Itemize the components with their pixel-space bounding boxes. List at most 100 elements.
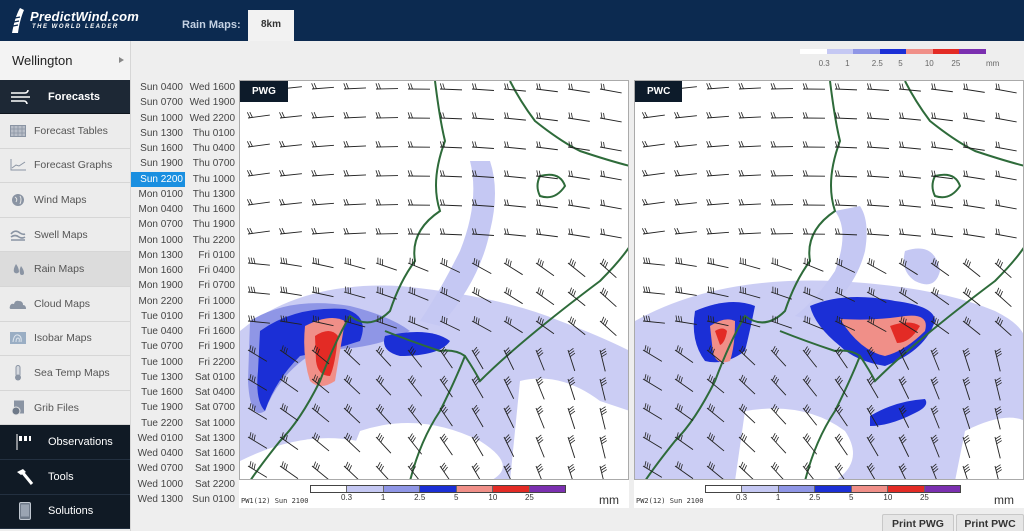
time-option[interactable]: Mon 1600	[131, 263, 185, 278]
time-option[interactable]: Fri 0400	[185, 263, 239, 278]
time-option[interactable]: Thu 2200	[185, 233, 239, 248]
print-pwc-button[interactable]: Print PWC	[956, 514, 1024, 531]
sidebar-item-observations[interactable]: Observations	[0, 425, 130, 460]
print-pwg-button[interactable]: Print PWG	[882, 514, 954, 531]
wind-barb-feather	[504, 141, 507, 148]
time-option[interactable]: Sat 1900	[185, 461, 239, 476]
time-option[interactable]: Wed 0100	[131, 431, 185, 446]
rain-map-canvas[interactable]	[240, 81, 629, 480]
time-option[interactable]: Tue 1300	[131, 370, 185, 385]
sidebar-item-cloud-maps[interactable]: Cloud Maps	[0, 286, 130, 322]
time-option[interactable]: Sat 1000	[185, 416, 239, 431]
time-option[interactable]: Mon 0700	[131, 217, 185, 232]
wind-barb	[311, 202, 334, 206]
time-option[interactable]: Sun 1000	[131, 111, 185, 126]
sidebar-item-forecasts[interactable]: Forecasts	[0, 80, 130, 114]
sidebar-item-label: Cloud Maps	[34, 297, 91, 310]
sidebar: Wellington Forecasts Forecast Tables For…	[0, 41, 131, 531]
time-option[interactable]: Wed 1300	[131, 492, 185, 507]
time-option[interactable]: Thu 0700	[185, 156, 239, 171]
time-row: Wed 1000 Sat 2200	[131, 477, 239, 492]
time-option[interactable]: Tue 2200	[131, 416, 185, 431]
sidebar-item-rain-maps[interactable]: Rain Maps	[0, 252, 130, 287]
wind-barb-feather	[674, 141, 678, 147]
rain-map-pwg[interactable]: PWG	[239, 80, 629, 480]
time-option[interactable]: Sat 2200	[185, 477, 239, 492]
time-option[interactable]: Thu 1600	[185, 202, 239, 217]
wind-barb-feather	[740, 83, 744, 89]
sidebar-item-forecast-graphs[interactable]: Forecast Graphs	[0, 148, 130, 184]
wind-barb-feather	[674, 199, 678, 205]
wind-barb-feather	[439, 199, 443, 206]
location-selector[interactable]: Wellington	[0, 41, 130, 80]
time-option[interactable]: Wed 1000	[131, 477, 185, 492]
sidebar-item-tools[interactable]: Tools	[0, 459, 130, 495]
time-option[interactable]: Mon 0100	[131, 187, 185, 202]
time-option[interactable]: Sat 0700	[185, 400, 239, 415]
rain-map-pwc[interactable]: PWC	[634, 80, 1024, 480]
scale-swatch	[706, 486, 743, 492]
rain-map-canvas[interactable]	[635, 81, 1024, 480]
sidebar-item-solutions[interactable]: Solutions	[0, 494, 130, 530]
time-option[interactable]: Thu 1900	[185, 217, 239, 232]
time-option[interactable]: Sun 1900	[131, 156, 185, 171]
time-option[interactable]: Tue 0100	[131, 309, 185, 324]
wind-barb-feather	[569, 316, 572, 323]
time-option[interactable]: Fri 1600	[185, 324, 239, 339]
time-option[interactable]: Sun 1600	[131, 141, 185, 156]
time-option[interactable]: Fri 0700	[185, 278, 239, 293]
time-option[interactable]: Sat 1300	[185, 431, 239, 446]
time-option[interactable]: Tue 1600	[131, 385, 185, 400]
time-option[interactable]: Wed 0400	[131, 446, 185, 461]
time-option[interactable]: Wed 0700	[131, 461, 185, 476]
raindrop-icon	[9, 262, 27, 276]
time-option[interactable]: Thu 1300	[185, 187, 239, 202]
sidebar-item-forecast-tables[interactable]: Forecast Tables	[0, 114, 130, 149]
time-option[interactable]: Sun 0700	[131, 95, 185, 110]
time-option[interactable]: Fri 2200	[185, 355, 239, 370]
time-option[interactable]: Sat 0400	[185, 385, 239, 400]
time-option[interactable]: Thu 1000	[185, 172, 239, 187]
wind-barb	[866, 117, 889, 120]
sidebar-item-sea-temp-maps[interactable]: Sea Temp Maps	[0, 356, 130, 391]
time-option[interactable]: Mon 2200	[131, 294, 185, 309]
time-option[interactable]: Mon 1000	[131, 233, 185, 248]
time-option[interactable]: Sat 1600	[185, 446, 239, 461]
wind-barb-feather	[933, 199, 936, 206]
time-option[interactable]: Fri 0100	[185, 248, 239, 263]
wind-barb-feather	[770, 112, 774, 119]
time-option[interactable]: Thu 0100	[185, 126, 239, 141]
time-option[interactable]: Wed 1600	[185, 80, 239, 95]
time-option-selected[interactable]: Sun 2200	[131, 171, 185, 187]
sidebar-item-grib-files[interactable]: Grib Files	[0, 390, 130, 426]
wind-barb-feather	[375, 170, 379, 177]
time-option[interactable]: Mon 0400	[131, 202, 185, 217]
wind-barb-feather	[407, 141, 411, 148]
wind-barb-feather	[802, 170, 806, 177]
time-option[interactable]: Mon 1900	[131, 278, 185, 293]
scale-swatch	[529, 486, 565, 492]
time-option[interactable]: Sun 1300	[131, 126, 185, 141]
time-option[interactable]: Sun 0400	[131, 80, 185, 95]
time-option[interactable]: Fri 1900	[185, 339, 239, 354]
time-option[interactable]: Wed 2200	[185, 111, 239, 126]
time-option[interactable]: Thu 0400	[185, 141, 239, 156]
time-option[interactable]: Fri 1300	[185, 309, 239, 324]
sidebar-item-wind-maps[interactable]: Wind Maps	[0, 183, 130, 218]
sidebar-item-isobar-maps[interactable]: Isobar Maps	[0, 321, 130, 357]
logo[interactable]: PredictWind.com THE WORLD LEADER	[8, 7, 139, 35]
time-option[interactable]: Wed 1900	[185, 95, 239, 110]
time-option[interactable]: Tue 0400	[131, 324, 185, 339]
time-option[interactable]: Tue 1900	[131, 400, 185, 415]
time-option[interactable]: Tue 0700	[131, 339, 185, 354]
time-option[interactable]: Sat 0100	[185, 370, 239, 385]
time-option[interactable]: Mon 1300	[131, 248, 185, 263]
sidebar-item-swell-maps[interactable]: Swell Maps	[0, 217, 130, 253]
time-option[interactable]: Sun 0100	[185, 492, 239, 507]
legend-tick: 1	[845, 59, 850, 68]
wind-barb-feather	[997, 260, 1002, 267]
time-option[interactable]: Fri 1000	[185, 294, 239, 309]
wind-barb-feather	[899, 141, 902, 148]
time-option[interactable]: Tue 1000	[131, 355, 185, 370]
tab-resolution-8km[interactable]: 8km	[248, 10, 294, 41]
